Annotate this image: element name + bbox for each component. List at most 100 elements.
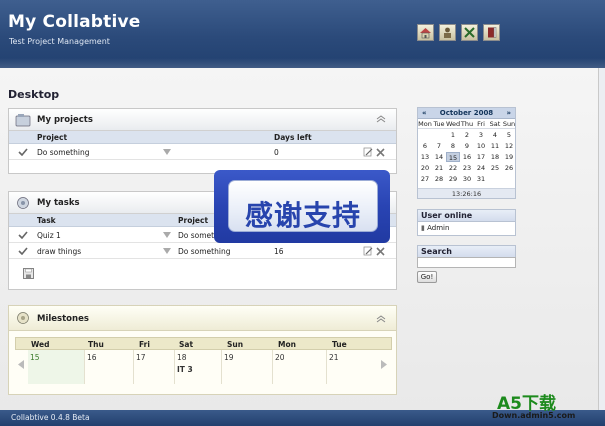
milestones-panel: Milestones Wed Thu Fri Sat Sun Mon Tue 1…	[8, 305, 397, 395]
calendar-day[interactable]: 18	[488, 152, 502, 162]
promo-text: 感谢支持	[244, 199, 361, 232]
calendar-month: October 2008	[439, 109, 494, 117]
column-days-left: Days left	[274, 133, 312, 142]
scrollbar[interactable]	[598, 68, 605, 410]
day-number: 20	[275, 353, 285, 362]
calendar-day[interactable]: 22	[446, 163, 460, 173]
milestones-panel-header[interactable]: Milestones	[9, 306, 396, 331]
admin-icon[interactable]	[461, 24, 478, 41]
home-icon[interactable]	[417, 24, 434, 41]
check-icon[interactable]	[18, 148, 28, 156]
calendar-day[interactable]: 4	[488, 130, 502, 140]
calendar-day[interactable]: 14	[432, 152, 446, 162]
user-online-title: User online	[418, 210, 515, 222]
task-project[interactable]: Do someth	[178, 231, 219, 240]
save-icon[interactable]	[23, 268, 34, 279]
collapse-icon[interactable]	[376, 114, 386, 124]
calendar-day[interactable]: 20	[418, 163, 432, 173]
calendar-day[interactable]: 1	[446, 130, 460, 140]
day-cell[interactable]: 19	[222, 350, 273, 384]
calendar-day[interactable]: 27	[418, 174, 432, 184]
chevron-right-icon[interactable]	[381, 360, 387, 369]
tasks-icon	[17, 197, 29, 209]
calendar-day[interactable]: 28	[432, 174, 446, 184]
calendar-day[interactable]: 31	[474, 174, 488, 184]
calendar-day[interactable]: 10	[474, 141, 488, 151]
day-cell[interactable]: 21	[327, 350, 382, 384]
page-title: Desktop	[8, 88, 60, 101]
task-project[interactable]: Do something	[178, 247, 230, 256]
calendar-day[interactable]: 29	[446, 174, 460, 184]
promo-badge: 感谢支持	[214, 170, 390, 243]
edit-icon[interactable]	[363, 147, 373, 157]
user-icon[interactable]	[439, 24, 456, 41]
calendar-day[interactable]: 8	[446, 141, 460, 151]
calendar-day[interactable]: 2	[460, 130, 474, 140]
calendar-day[interactable]: 16	[460, 152, 474, 162]
calendar-day[interactable]: 21	[432, 163, 446, 173]
search-box: Search	[417, 245, 516, 258]
day-cell[interactable]: 17	[134, 350, 175, 384]
calendar-day[interactable]: 9	[460, 141, 474, 151]
calendar-weekday: Fri	[477, 120, 485, 128]
calendar-day[interactable]: 7	[432, 141, 446, 151]
day-number: 19	[224, 353, 234, 362]
delete-icon[interactable]	[376, 148, 385, 157]
collapse-icon[interactable]	[376, 314, 386, 324]
calendar-day[interactable]: 12	[502, 141, 516, 151]
calendar-next-button[interactable]: »	[506, 109, 511, 117]
chevron-down-icon[interactable]	[163, 248, 171, 254]
day-cell[interactable]: 18 IT 3	[175, 350, 222, 384]
column-task: Task	[37, 216, 56, 225]
delete-icon[interactable]	[376, 247, 385, 256]
chevron-down-icon[interactable]	[163, 232, 171, 238]
calendar-day[interactable]: 6	[418, 141, 432, 151]
calendar-day[interactable]: 30	[460, 174, 474, 184]
weekday: Tue	[332, 340, 347, 349]
projects-panel-header[interactable]: My projects	[9, 109, 396, 131]
user-online-box: User online ▮ Admin	[417, 209, 516, 236]
calendar-day[interactable]: 3	[474, 130, 488, 140]
calendar-day[interactable]: 19	[502, 152, 516, 162]
day-cell[interactable]: 15	[28, 350, 85, 384]
edit-icon[interactable]	[363, 246, 373, 256]
app-title[interactable]: My Collabtive	[8, 12, 141, 32]
days-left: 0	[274, 148, 279, 157]
chevron-down-icon[interactable]	[163, 149, 171, 155]
task-name[interactable]: draw things	[37, 247, 81, 256]
day-number: 15	[30, 353, 40, 362]
weekday: Wed	[31, 340, 50, 349]
weekday: Sun	[227, 340, 244, 349]
online-user[interactable]: Admin	[427, 224, 449, 232]
chevron-left-icon[interactable]	[18, 360, 24, 369]
search-input[interactable]	[417, 257, 516, 268]
projects-icon	[15, 114, 31, 127]
calendar-day[interactable]: 13	[418, 152, 432, 162]
top-nav	[417, 24, 500, 41]
user-icon: ▮	[421, 224, 425, 232]
footer-version: Collabtive 0.4.8 Beta	[11, 413, 90, 422]
app-header: My Collabtive Test Project Management	[0, 0, 605, 68]
check-icon[interactable]	[18, 231, 28, 239]
calendar-day[interactable]: 5	[502, 130, 516, 140]
milestone-event[interactable]: IT 3	[177, 365, 193, 374]
calendar-day[interactable]: 11	[488, 141, 502, 151]
day-cell[interactable]: 20	[273, 350, 327, 384]
calendar-day[interactable]: 24	[474, 163, 488, 173]
calendar-day[interactable]: 26	[502, 163, 516, 173]
weekday: Thu	[88, 340, 104, 349]
watermark-url: Down.admin5.com	[492, 411, 576, 420]
check-icon[interactable]	[18, 247, 28, 255]
days-left: 16	[274, 247, 284, 256]
calendar-day[interactable]: 25	[488, 163, 502, 173]
task-name[interactable]: Quiz 1	[37, 231, 61, 240]
logout-icon[interactable]	[483, 24, 500, 41]
calendar-day[interactable]: 17	[474, 152, 488, 162]
calendar-grid: 1 2 3 4 5 6 7 8 9 10 11 12 13 14 15 16 17 18 19 20 21 22 23 24 2…	[418, 129, 515, 189]
search-go-button[interactable]: Go!	[417, 271, 437, 283]
calendar-day[interactable]: 15	[446, 152, 460, 162]
project-name[interactable]: Do something	[37, 148, 89, 157]
day-cell[interactable]: 16	[85, 350, 134, 384]
calendar-weekday: Sun	[502, 120, 516, 128]
calendar-day[interactable]: 23	[460, 163, 474, 173]
